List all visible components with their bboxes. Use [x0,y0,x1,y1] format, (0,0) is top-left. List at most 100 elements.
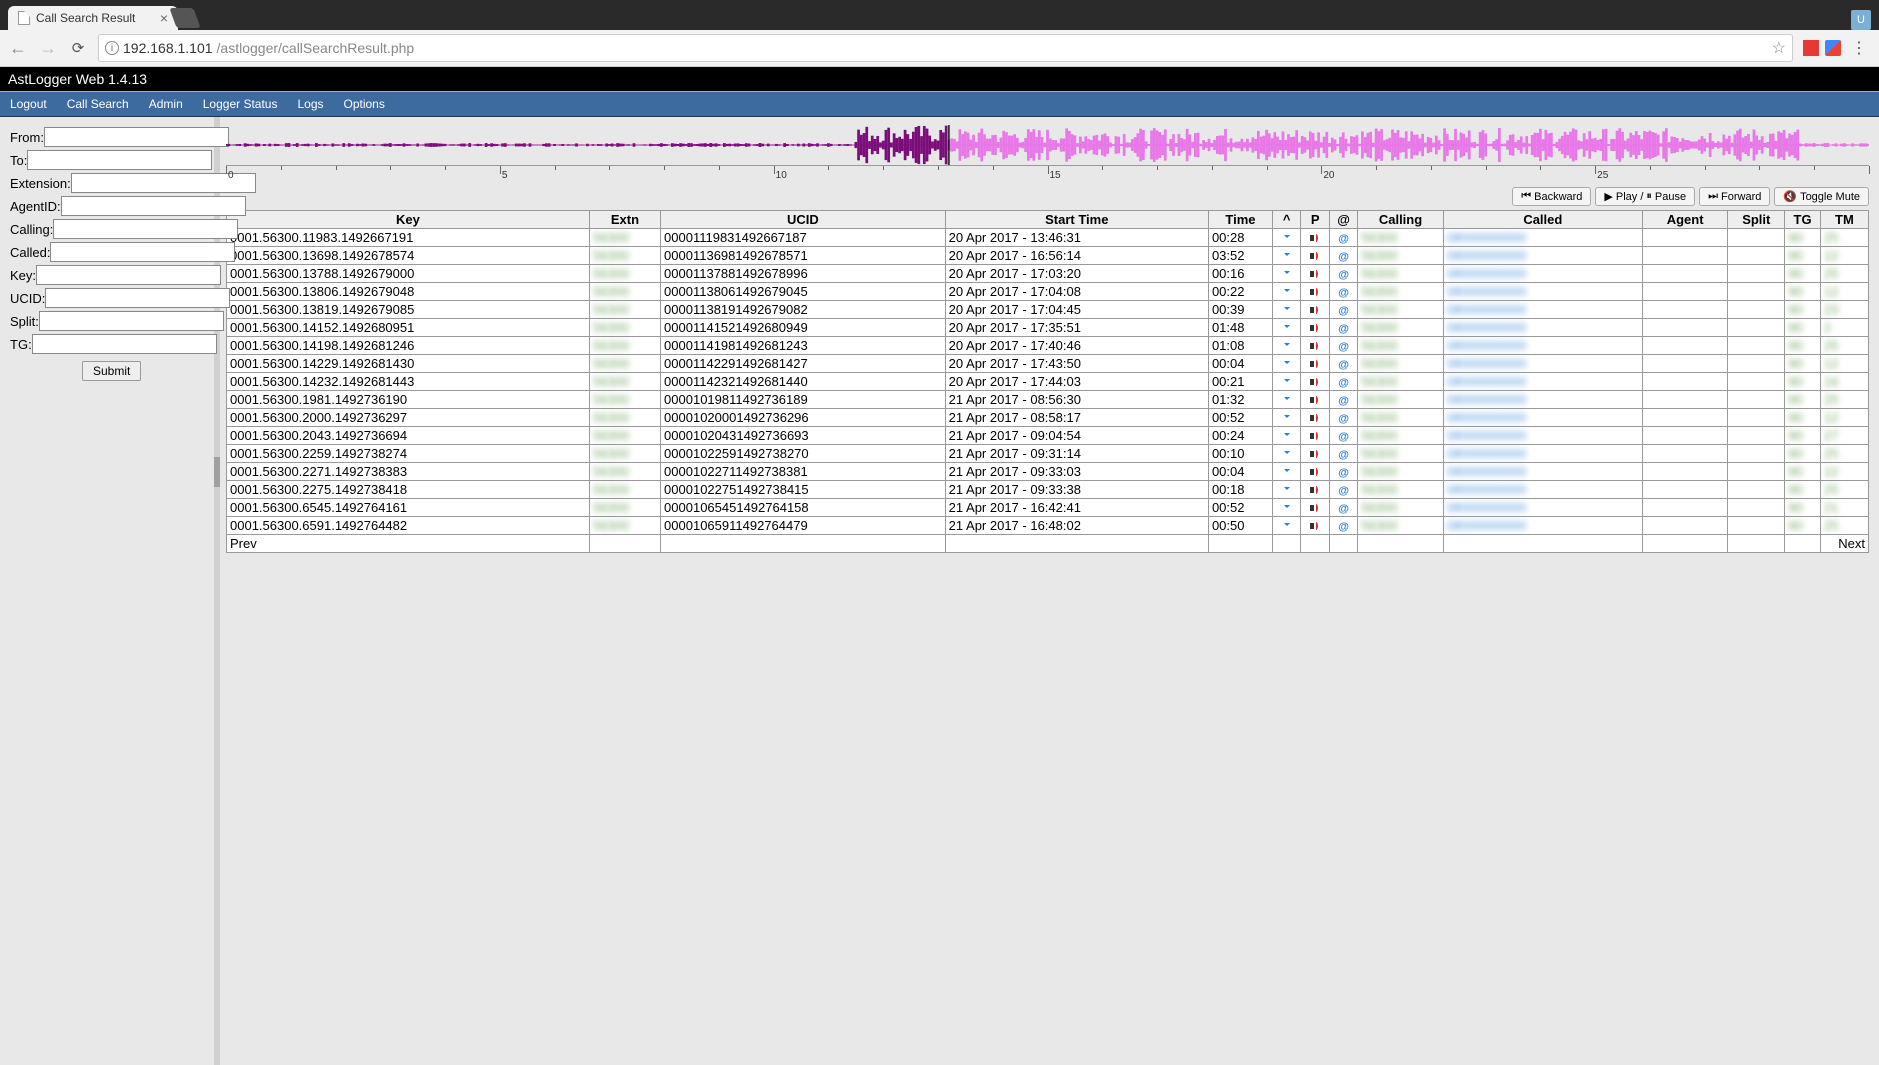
input-key[interactable] [36,265,221,285]
extension-icon-1[interactable] [1803,40,1819,56]
col-header-[interactable]: @ [1329,211,1357,229]
download-icon[interactable] [1272,373,1300,391]
email-icon[interactable]: @ [1329,463,1357,481]
download-icon[interactable] [1272,265,1300,283]
col-header-time[interactable]: Time [1208,211,1272,229]
nav-logout[interactable]: Logout [0,95,57,113]
play-audio-icon[interactable] [1301,247,1329,265]
browser-menu[interactable]: ⋮ [1847,38,1871,58]
table-row[interactable]: 0001.56300.2275.149273841856300000010227… [227,481,1869,499]
play-audio-icon[interactable] [1301,517,1329,535]
address-bar[interactable]: i 192.168.1.101/astlogger/callSearchResu… [98,34,1793,62]
col-header-ucid[interactable]: UCID [661,211,946,229]
download-icon[interactable] [1272,463,1300,481]
table-row[interactable]: 0001.56300.14232.14926814435630000001142… [227,373,1869,391]
forward-button[interactable]: ⏭ Forward [1699,187,1770,206]
input-to[interactable] [27,150,212,170]
play-audio-icon[interactable] [1301,409,1329,427]
download-icon[interactable] [1272,247,1300,265]
play-audio-icon[interactable] [1301,373,1329,391]
bookmark-icon[interactable]: ☆ [1772,38,1786,58]
play-audio-icon[interactable] [1301,391,1329,409]
col-header-[interactable]: ^ [1272,211,1300,229]
email-icon[interactable]: @ [1329,355,1357,373]
waveform[interactable] [226,125,1869,165]
submit-button[interactable]: Submit [82,361,141,381]
play-audio-icon[interactable] [1301,499,1329,517]
email-icon[interactable]: @ [1329,517,1357,535]
user-profile[interactable]: U [1851,10,1871,30]
input-split[interactable] [39,311,224,331]
col-header-tm[interactable]: TM [1820,211,1868,229]
input-calling[interactable] [53,219,238,239]
back-button[interactable]: ← [8,38,28,59]
play-audio-icon[interactable] [1301,283,1329,301]
col-header-split[interactable]: Split [1728,211,1785,229]
play-audio-icon[interactable] [1301,319,1329,337]
download-icon[interactable] [1272,427,1300,445]
download-icon[interactable] [1272,229,1300,247]
play-audio-icon[interactable] [1301,445,1329,463]
table-row[interactable]: 0001.56300.14229.14926814305630000001142… [227,355,1869,373]
download-icon[interactable] [1272,409,1300,427]
backward-button[interactable]: ⏮ Backward [1512,187,1591,206]
download-icon[interactable] [1272,481,1300,499]
play-audio-icon[interactable] [1301,463,1329,481]
email-icon[interactable]: @ [1329,499,1357,517]
email-icon[interactable]: @ [1329,445,1357,463]
table-row[interactable]: 0001.56300.14198.14926812465630000001141… [227,337,1869,355]
table-row[interactable]: 0001.56300.13788.14926790005630000001137… [227,265,1869,283]
col-header-called[interactable]: Called [1443,211,1642,229]
email-icon[interactable]: @ [1329,265,1357,283]
table-row[interactable]: 0001.56300.1981.149273619056300000010198… [227,391,1869,409]
email-icon[interactable]: @ [1329,247,1357,265]
download-icon[interactable] [1272,319,1300,337]
download-icon[interactable] [1272,499,1300,517]
nav-admin[interactable]: Admin [139,95,193,113]
close-tab-icon[interactable]: × [160,11,168,25]
next-link[interactable]: Next [1820,535,1868,553]
download-icon[interactable] [1272,301,1300,319]
table-row[interactable]: 0001.56300.11983.14926671915630000001119… [227,229,1869,247]
input-tg[interactable] [32,334,217,354]
email-icon[interactable]: @ [1329,391,1357,409]
download-icon[interactable] [1272,337,1300,355]
play-audio-icon[interactable] [1301,427,1329,445]
browser-tab[interactable]: Call Search Result × [8,6,178,30]
table-row[interactable]: 0001.56300.2000.149273629756300000010200… [227,409,1869,427]
col-header-extn[interactable]: Extn [589,211,660,229]
download-icon[interactable] [1272,391,1300,409]
prev-link[interactable]: Prev [227,535,590,553]
col-header-p[interactable]: P [1301,211,1329,229]
reload-button[interactable]: ⟳ [68,39,88,57]
play-pause-button[interactable]: ▶ Play / ⏸ Pause [1595,187,1695,206]
col-header-tg[interactable]: TG [1785,211,1821,229]
table-row[interactable]: 0001.56300.13819.14926790855630000001138… [227,301,1869,319]
nav-logs[interactable]: Logs [287,95,333,113]
play-audio-icon[interactable] [1301,301,1329,319]
email-icon[interactable]: @ [1329,427,1357,445]
col-header-key[interactable]: Key [227,211,590,229]
play-audio-icon[interactable] [1301,229,1329,247]
extension-icon-2[interactable] [1825,40,1841,56]
download-icon[interactable] [1272,445,1300,463]
email-icon[interactable]: @ [1329,229,1357,247]
input-ucid[interactable] [45,288,230,308]
table-row[interactable]: 0001.56300.2043.149273669456300000010204… [227,427,1869,445]
play-audio-icon[interactable] [1301,481,1329,499]
email-icon[interactable]: @ [1329,301,1357,319]
table-row[interactable]: 0001.56300.6545.149276416156300000010654… [227,499,1869,517]
toggle-mute-button[interactable]: 🔇 Toggle Mute [1774,187,1869,206]
col-header-calling[interactable]: Calling [1358,211,1443,229]
col-header-agent[interactable]: Agent [1642,211,1727,229]
nav-logger-status[interactable]: Logger Status [193,95,288,113]
download-icon[interactable] [1272,355,1300,373]
nav-call-search[interactable]: Call Search [57,95,139,113]
download-icon[interactable] [1272,517,1300,535]
forward-button[interactable]: → [38,38,58,59]
download-icon[interactable] [1272,283,1300,301]
col-header-starttime[interactable]: Start Time [945,211,1208,229]
email-icon[interactable]: @ [1329,409,1357,427]
email-icon[interactable]: @ [1329,337,1357,355]
input-called[interactable] [50,242,235,262]
